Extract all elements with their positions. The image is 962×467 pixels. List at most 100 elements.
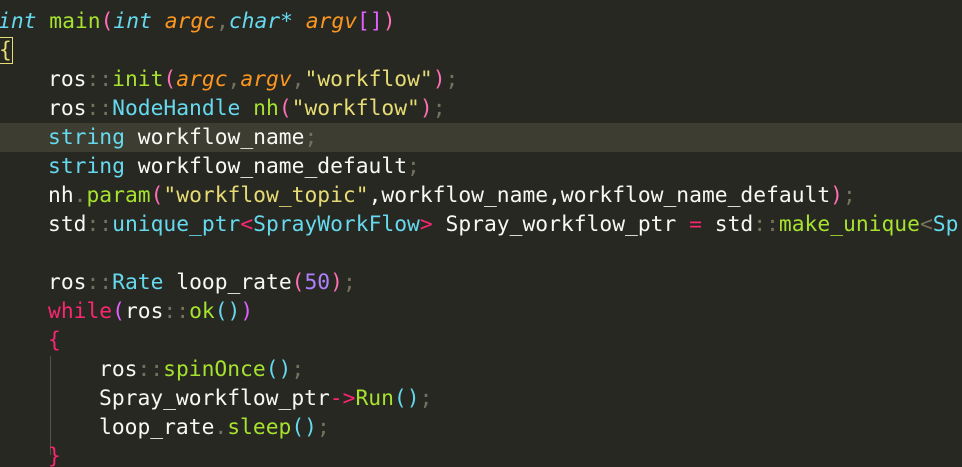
paren: ( <box>163 67 177 92</box>
string-literal: "workflow" <box>291 96 420 121</box>
argument: argc <box>176 67 228 92</box>
function-name: sleep <box>227 415 292 440</box>
arguments: ,workflow_name,workflow_name_default <box>368 183 831 208</box>
semicolon: ; <box>407 154 420 179</box>
type-name: unique_ptr <box>112 212 241 237</box>
function-name: main <box>36 9 101 34</box>
code-line[interactable] <box>0 239 962 268</box>
current-code-line[interactable]: string workflow_name; <box>0 123 962 152</box>
code-editor[interactable]: int main(int argc,char* argv[]) { ros::i… <box>0 0 962 467</box>
paren: () <box>214 299 241 324</box>
variable-name: workflow_name_default <box>124 154 408 179</box>
angle-bracket: < <box>240 212 254 237</box>
angle-bracket: < <box>919 212 933 237</box>
scope-operator: :: <box>163 299 190 324</box>
type-name: string <box>48 154 125 179</box>
semicolon: ; <box>432 96 446 121</box>
arrow-operator: -> <box>329 386 356 411</box>
identifier: ros <box>48 96 87 121</box>
variable-name: nh <box>240 96 279 121</box>
paren: ( <box>291 270 305 295</box>
scope-operator: :: <box>86 212 113 237</box>
paren: ) <box>419 96 433 121</box>
identifier: ros <box>48 67 87 92</box>
variable-name: Spray_workflow_ptr <box>432 212 690 237</box>
variable-name: workflow_name <box>124 125 305 150</box>
semicolon: ; <box>291 357 305 382</box>
semicolon: ; <box>419 386 433 411</box>
type-keyword: int <box>0 9 37 34</box>
code-line[interactable]: string workflow_name_default; <box>0 152 962 181</box>
matched-brace: { <box>0 37 13 64</box>
code-line[interactable]: Spray_workflow_ptr->Run(); <box>0 384 962 413</box>
punctuation: , <box>215 9 229 34</box>
paren: ( <box>278 96 292 121</box>
code-line[interactable]: ros::NodeHandle nh("workflow"); <box>0 94 962 123</box>
argument: argv <box>240 67 292 92</box>
code-line[interactable]: { <box>0 36 962 65</box>
paren: ) <box>330 270 343 295</box>
function-name: ok <box>189 299 215 324</box>
paren: () <box>291 415 317 440</box>
paren: ( <box>100 9 114 34</box>
type-name: Rate <box>112 270 164 295</box>
semicolon: ; <box>342 270 356 295</box>
code-line[interactable]: while(ros::ok()) <box>0 297 962 326</box>
control-keyword: while <box>48 299 113 324</box>
code-line[interactable]: loop_rate.sleep(); <box>0 413 962 442</box>
identifier: loop_rate <box>99 415 215 440</box>
function-name: spinOnce <box>163 357 266 382</box>
scope-operator: :: <box>86 67 113 92</box>
type-name: NodeHandle <box>112 96 241 121</box>
punctuation: , <box>227 67 241 92</box>
scope-operator: :: <box>753 212 779 237</box>
paren: ( <box>150 183 164 208</box>
scope-operator: :: <box>137 357 164 382</box>
bracket: [] <box>357 9 383 34</box>
code-line[interactable]: ros::spinOnce(); <box>0 355 962 384</box>
punctuation: , <box>291 67 305 92</box>
semicolon: ; <box>304 125 318 150</box>
identifier: ros <box>99 357 138 382</box>
type-keyword: char* <box>228 9 293 34</box>
identifier: ros <box>124 299 164 324</box>
assign-operator: = <box>689 212 702 237</box>
code-line[interactable]: { <box>0 326 962 355</box>
paren: ) <box>432 67 446 92</box>
paren: () <box>265 357 292 382</box>
code-line[interactable]: } <box>0 442 962 467</box>
semicolon: ; <box>843 183 856 208</box>
identifier: std <box>48 212 87 237</box>
parameter-name: argv <box>292 9 358 34</box>
string-literal: "workflow_topic" <box>163 183 369 208</box>
scope-operator: :: <box>86 270 113 295</box>
scope-operator: :: <box>86 96 113 121</box>
type-name: string <box>48 125 125 150</box>
semicolon: ; <box>445 67 459 92</box>
identifier: ros <box>48 270 87 295</box>
code-line[interactable]: int main(int argc,char* argv[]) <box>0 7 962 36</box>
paren: () <box>393 386 420 411</box>
member-operator: . <box>73 183 87 208</box>
type-keyword: int <box>113 9 152 34</box>
function-name: Run <box>355 386 394 411</box>
paren: ( <box>112 299 125 324</box>
identifier: Spray_workflow_ptr <box>99 386 330 411</box>
type-name: Spra <box>932 212 962 237</box>
function-name: make_unique <box>778 212 920 237</box>
identifier: nh <box>48 183 74 208</box>
type-name: SprayWorkFlow <box>253 212 420 237</box>
code-line[interactable]: ros::Rate loop_rate(50); <box>0 268 962 297</box>
code-line[interactable]: nh.param("workflow_topic",workflow_name,… <box>0 181 962 210</box>
code-line[interactable]: ros::init(argc,argv,"workflow"); <box>0 65 962 94</box>
paren: ) <box>830 183 843 208</box>
parameter-name: argc <box>151 9 216 34</box>
paren: ) <box>382 9 396 34</box>
open-brace: { <box>48 328 61 353</box>
identifier: std <box>701 212 754 237</box>
code-line[interactable]: std::unique_ptr<SprayWorkFlow> Spray_wor… <box>0 210 962 239</box>
function-name: init <box>112 67 164 92</box>
number-literal: 50 <box>304 270 331 295</box>
paren: ) <box>240 299 254 324</box>
function-name: param <box>86 183 151 208</box>
